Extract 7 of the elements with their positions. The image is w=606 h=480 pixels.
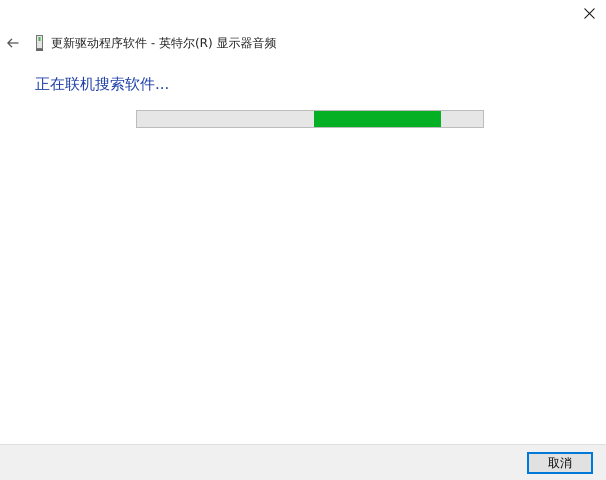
close-icon bbox=[584, 8, 594, 18]
status-heading: 正在联机搜索软件... bbox=[35, 75, 170, 93]
window-title: 更新驱动程序软件 - 英特尔(R) 显示器音频 bbox=[51, 35, 276, 52]
cancel-button[interactable]: 取消 bbox=[527, 452, 593, 474]
device-icon bbox=[36, 35, 43, 51]
back-button[interactable] bbox=[6, 36, 20, 50]
back-icon bbox=[7, 38, 19, 48]
